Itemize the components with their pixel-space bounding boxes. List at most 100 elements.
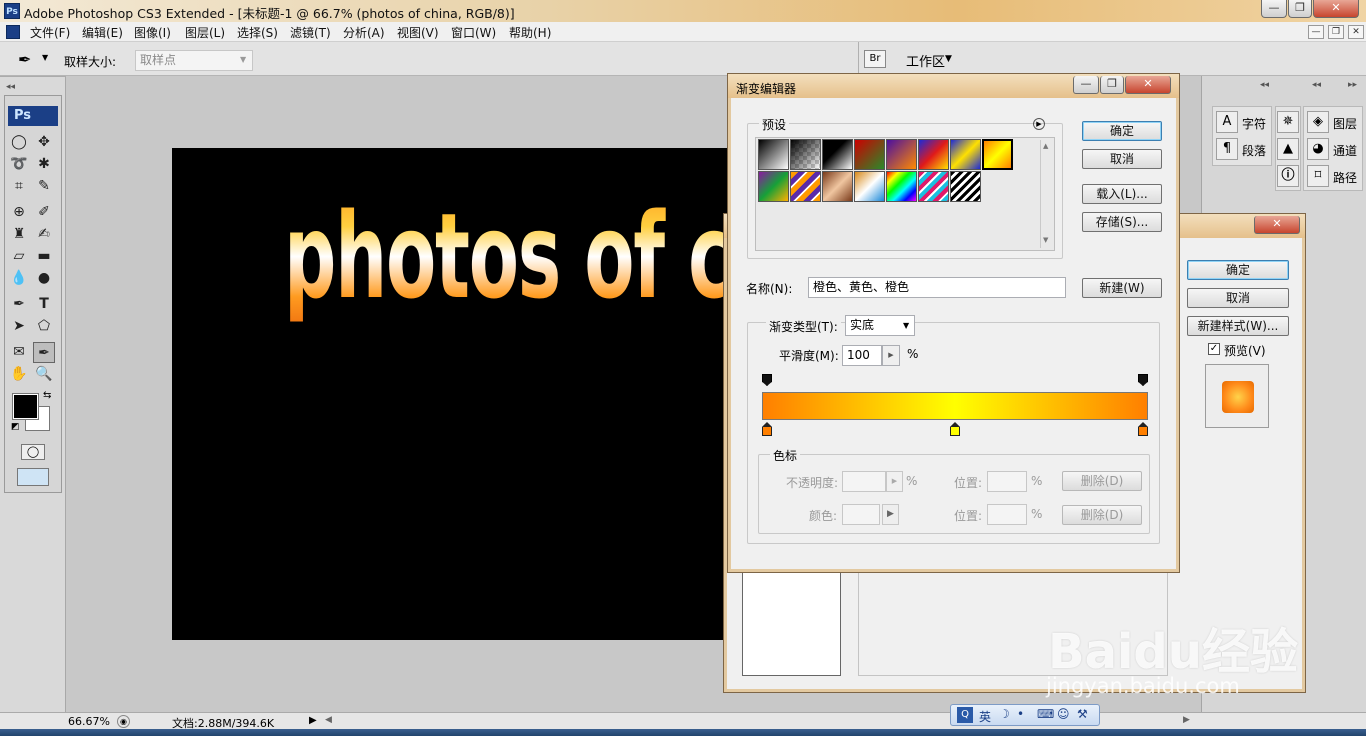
new-style-button[interactable]: 新建样式(W)... [1187,316,1289,336]
healing-brush-icon[interactable]: ⊕ [8,202,30,223]
canvas[interactable]: photos of china [172,148,732,640]
scroll-left-icon[interactable]: ◀ [325,715,332,725]
collapse-icon[interactable]: ◂◂ [6,82,15,92]
doc-minimize-button[interactable]: — [1308,25,1324,39]
gradient-preview-bar[interactable] [762,392,1148,420]
menu-filter[interactable]: 滤镜(T) [290,24,331,41]
color-location-input[interactable] [987,504,1027,525]
paths-panel-tab[interactable]: 路径 [1333,169,1357,186]
swap-colors-icon[interactable]: ⇆ [43,390,51,401]
wrench-icon[interactable]: ⚒ [1077,707,1088,721]
marquee-tool-icon[interactable]: ◯ [8,132,30,153]
layers-icon[interactable]: ◈ [1307,111,1329,133]
opacity-stop-left[interactable] [762,374,772,386]
keyboard-icon[interactable]: ⌨ [1037,707,1054,721]
preset-swatch[interactable] [790,171,821,202]
info-icon[interactable]: ⓘ [1277,165,1299,187]
preview-checkbox[interactable]: ✓ [1208,343,1220,355]
minimize-button[interactable]: — [1261,0,1287,18]
menu-help[interactable]: 帮助(H) [509,24,551,41]
chevron-down-icon[interactable]: ▼ [42,53,48,62]
presets-menu-icon[interactable]: ▶ [1033,118,1045,130]
scroll-up-icon[interactable]: ▲ [1043,142,1048,150]
dodge-tool-icon[interactable]: ● [33,268,55,289]
preset-swatch[interactable] [822,171,853,202]
paragraph-icon[interactable]: ¶ [1216,138,1238,160]
sample-size-select[interactable]: 取样点 [135,50,253,71]
notes-tool-icon[interactable]: ✉ [8,342,30,363]
chevron-down-icon[interactable]: ▼ [903,321,909,330]
workspace-button[interactable]: 工作区 [906,51,945,70]
gradient-name-input[interactable]: 橙色、黄色、橙色 [808,277,1066,298]
crop-tool-icon[interactable]: ⌗ [8,176,30,197]
color-stop-marker[interactable] [950,422,960,436]
preset-swatch[interactable] [854,139,885,170]
opacity-arrow-icon[interactable]: ▶ [886,471,903,492]
histogram-icon[interactable]: ▲ [1277,138,1299,160]
color-menu-arrow-icon[interactable]: ▶ [882,504,899,525]
type-tool-icon[interactable]: T [33,294,55,315]
ime-logo-icon[interactable]: Q [957,707,973,723]
stop-color-swatch[interactable] [842,504,880,525]
expand-icon[interactable]: ▸▸ [1348,80,1357,90]
delete-color-stop-button[interactable]: 删除(D) [1062,505,1142,525]
menu-view[interactable]: 视图(V) [397,24,439,41]
magic-wand-icon[interactable]: ✱ [33,154,55,175]
preset-swatch[interactable] [918,171,949,202]
delete-opacity-stop-button[interactable]: 删除(D) [1062,471,1142,491]
gradient-editor-restore-button[interactable]: ❐ [1100,76,1124,94]
preset-swatch[interactable] [918,139,949,170]
menu-select[interactable]: 选择(S) [237,24,278,41]
menu-window[interactable]: 窗口(W) [451,24,496,41]
smoothness-arrow-icon[interactable]: ▶ [882,345,900,366]
history-brush-icon[interactable]: ✍ [33,224,55,245]
preset-swatch[interactable] [950,139,981,170]
smoothness-input[interactable]: 100 [842,345,882,366]
presets-scrollbar[interactable]: ▲ ▼ [1040,140,1052,248]
brush-tool-icon[interactable]: ✐ [33,202,55,223]
default-colors-icon[interactable]: ◩ [11,422,20,432]
collapse-icon[interactable]: ◂◂ [1312,80,1321,90]
eyedropper-tool-icon[interactable]: ✒ [33,342,55,363]
cancel-button[interactable]: 取消 [1082,149,1162,169]
load-button[interactable]: 载入(L)... [1082,184,1162,204]
move-tool-icon[interactable]: ✥ [33,132,55,153]
scroll-right-icon[interactable]: ▶ [1183,715,1190,725]
status-icon[interactable]: ◉ [117,715,130,728]
character-panel-tab[interactable]: 字符 [1242,115,1266,132]
zoom-level[interactable]: 66.67% [68,715,110,728]
lasso-tool-icon[interactable]: ➰ [8,154,30,175]
foreground-color[interactable] [12,393,39,420]
color-stops-row[interactable] [762,422,1148,438]
color-stop-marker[interactable] [1138,422,1148,436]
restore-button[interactable]: ❐ [1288,0,1312,18]
menu-layer[interactable]: 图层(L) [185,24,225,41]
ime-language[interactable]: 英 [979,708,991,725]
preset-swatch[interactable] [758,171,789,202]
preset-swatch[interactable] [886,139,917,170]
save-button[interactable]: 存储(S)... [1082,212,1162,232]
preset-swatch-selected[interactable] [982,139,1013,170]
ok-button[interactable]: 确定 [1082,121,1162,141]
menu-file[interactable]: 文件(F) [30,24,70,41]
preset-swatch[interactable] [790,139,821,170]
gradient-editor-minimize-button[interactable]: — [1073,76,1099,94]
path-selection-icon[interactable]: ➤ [8,316,30,337]
layer-style-close-button[interactable]: ✕ [1254,216,1300,234]
eraser-tool-icon[interactable]: ▱ [8,246,30,267]
hand-tool-icon[interactable]: ✋ [8,364,30,385]
punctuation-icon[interactable]: • [1017,707,1024,721]
doc-close-button[interactable]: ✕ [1348,25,1364,39]
eyedropper-icon[interactable]: ✒ [18,50,31,69]
chevron-down-icon[interactable]: ▼ [945,54,952,64]
doc-restore-button[interactable]: ❐ [1328,25,1344,39]
opacity-input[interactable] [842,471,886,492]
character-icon[interactable]: A [1216,111,1238,133]
layers-panel-tab[interactable]: 图层 [1333,115,1357,132]
opacity-stop-right[interactable] [1138,374,1148,386]
layer-style-ok-button[interactable]: 确定 [1187,260,1289,280]
zoom-tool-icon[interactable]: 🔍 [33,364,55,385]
opacity-location-input[interactable] [987,471,1027,492]
new-gradient-button[interactable]: 新建(W) [1082,278,1162,298]
paths-icon[interactable]: ⌑ [1307,165,1329,187]
